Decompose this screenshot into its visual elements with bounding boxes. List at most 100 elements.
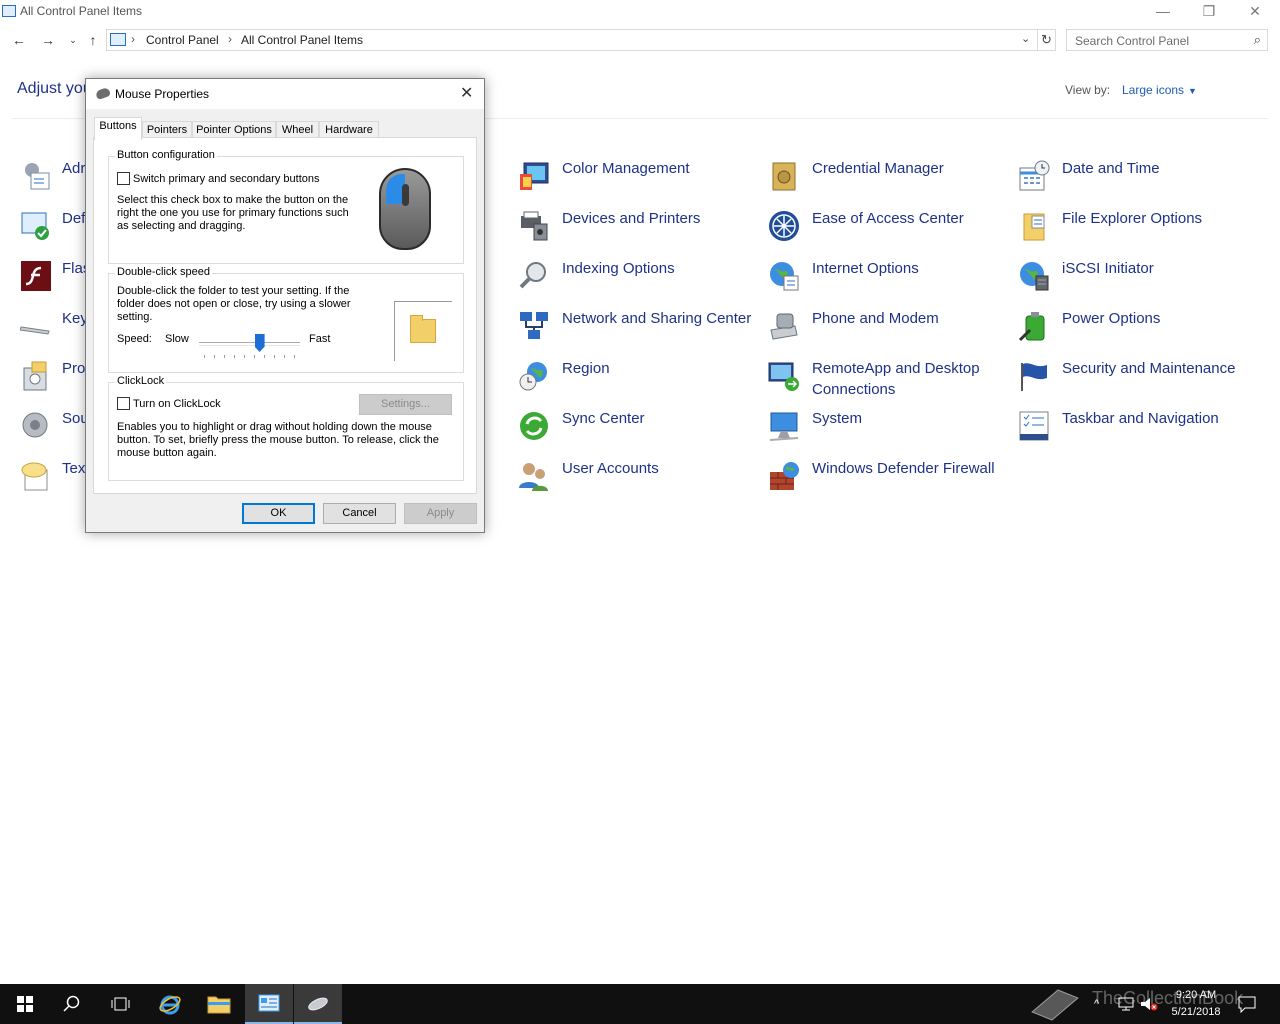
cp-item-label: Date and Time [1062,160,1160,177]
group-legend: ClickLock [115,375,167,387]
search-icon[interactable]: ⌕ [1254,32,1261,48]
recent-locations-chevron-icon[interactable]: ⌄ [62,29,84,51]
cp-item-label: Sync Center [562,410,645,427]
tab-buttons[interactable]: Buttons [94,117,142,140]
slider-tick [254,355,255,358]
slider-tick [244,355,245,358]
windows-logo-icon [17,996,33,1012]
breadcrumb-control-panel[interactable]: Control Panel [146,33,219,47]
mouse-illustration [379,168,431,250]
cp-item-indexing-options[interactable]: Indexing Options [518,258,758,302]
flash-player-icon [21,261,51,291]
start-button[interactable] [0,984,48,1024]
taskbar: ^ 9:20 AM 5/21/2018 [0,984,1280,1024]
speed-slider-thumb[interactable] [254,334,265,352]
task-view-button[interactable] [96,984,144,1024]
internet-explorer-taskbar-button[interactable] [146,984,194,1024]
color-management-icon [520,162,549,190]
forward-arrow-icon[interactable]: → [37,29,59,51]
restore-button[interactable]: ❐ [1186,0,1232,24]
mouse-icon [94,86,112,101]
cancel-button[interactable]: Cancel [323,503,396,524]
cp-item-power-options[interactable]: Power Options [1018,308,1258,352]
minimize-button[interactable]: — [1140,0,1186,24]
switch-buttons-label[interactable]: Switch primary and secondary buttons [133,173,353,186]
folder-icon[interactable] [410,315,436,343]
address-bar[interactable]: › Control Panel › All Control Panel Item… [106,29,1056,51]
cp-item-defender-firewall[interactable]: Windows Defender Firewall [768,458,1008,502]
default-programs-icon [21,212,49,240]
view-by-dropdown[interactable]: Large icons ▼ [1122,83,1197,97]
dialog-close-icon[interactable]: ✕ [460,83,473,103]
switch-buttons-checkbox[interactable] [117,172,130,185]
cp-item-label: Network and Sharing Center [562,310,752,327]
cp-item-iscsi-initiator[interactable]: iSCSI Initiator [1018,258,1258,302]
clicklock-settings-button[interactable]: Settings... [359,394,452,415]
back-arrow-icon[interactable]: ← [8,29,30,51]
cp-item-label: iSCSI Initiator [1062,260,1154,277]
apply-button[interactable]: Apply [404,503,477,524]
fast-label: Fast [309,333,331,345]
security-flag-icon [1021,363,1047,391]
close-window-button[interactable]: ✕ [1232,0,1278,24]
speed-slider-track[interactable] [199,342,300,346]
clicklock-checkbox[interactable] [117,397,130,410]
cp-item-label: Color Management [562,160,690,177]
slider-tick [204,355,205,358]
file-explorer-icon [207,996,231,1014]
book-watermark-icon [1031,989,1079,1021]
cp-item-user-accounts[interactable]: User Accounts [518,458,758,502]
search-placeholder: Search Control Panel [1075,34,1190,48]
clicklock-label[interactable]: Turn on ClickLock [133,398,221,411]
cp-item-system[interactable]: System [768,408,1008,452]
ok-button[interactable]: OK [242,503,315,524]
firewall-icon [770,462,799,490]
control-panel-taskbar-button[interactable] [245,984,293,1024]
cp-item-color-management[interactable]: Color Management [518,158,758,202]
cp-item-sync-center[interactable]: Sync Center [518,408,758,452]
cp-item-phone-modem[interactable]: Phone and Modem [768,308,1008,352]
cp-item-devices-printers[interactable]: Devices and Printers [518,208,758,252]
cp-item-label: User Accounts [562,460,659,477]
mouse-properties-taskbar-button[interactable] [294,984,342,1024]
group-legend: Double-click speed [115,266,212,278]
region-icon [519,362,547,391]
cp-item-security-maintenance[interactable]: Security and Maintenance [1018,358,1258,402]
cp-item-network-sharing[interactable]: Network and Sharing Center [518,308,758,352]
test-folder-area[interactable] [394,301,452,361]
slider-tick [224,355,225,358]
switch-buttons-description: Select this check box to make the button… [117,194,349,232]
window-titlebar: All Control Panel Items — ❐ ✕ [0,0,1280,24]
iscsi-initiator-icon [1020,262,1049,291]
taskbar-navigation-icon [1019,411,1049,441]
search-taskbar-button[interactable] [48,984,96,1024]
refresh-icon[interactable]: ↻ [1037,30,1055,50]
programs-icon [23,361,47,391]
cp-item-label: Internet Options [812,260,919,277]
cp-item-label: Ease of Access Center [812,210,964,227]
cp-item-label: Phone and Modem [812,310,939,327]
search-input[interactable]: Search Control Panel ⌕ [1066,29,1268,51]
cp-item-credential-manager[interactable]: Credential Manager [768,158,1008,202]
cp-item-label: Windows Defender Firewall [812,460,995,477]
double-click-description: Double-click the folder to test your set… [117,285,351,323]
cp-item-date-time[interactable]: Date and Time [1018,158,1258,202]
mouse-wheel [402,184,409,206]
cp-item-file-explorer-options[interactable]: File Explorer Options [1018,208,1258,252]
cp-item-label: Power Options [1062,310,1161,327]
page-heading: Adjust you [17,80,92,97]
cp-item-region[interactable]: Region [518,358,758,402]
date-time-icon [1019,160,1050,191]
caret-down-icon: ▼ [1188,86,1197,96]
cp-item-taskbar-navigation[interactable]: Taskbar and Navigation [1018,408,1258,452]
file-explorer-options-icon [1023,213,1045,241]
file-explorer-taskbar-button[interactable] [195,984,243,1024]
cp-item-ease-of-access[interactable]: Ease of Access Center [768,208,1008,252]
address-dropdown-chevron-icon[interactable]: ⌄ [1021,32,1030,45]
up-arrow-icon[interactable]: ↑ [82,29,104,51]
cp-item-internet-options[interactable]: Internet Options [768,258,1008,302]
group-legend: Button configuration [115,149,217,161]
slider-tick [234,355,235,358]
cp-item-remoteapp[interactable]: RemoteApp and Desktop Connections [768,358,1008,402]
breadcrumb-all-items[interactable]: All Control Panel Items [241,33,363,47]
